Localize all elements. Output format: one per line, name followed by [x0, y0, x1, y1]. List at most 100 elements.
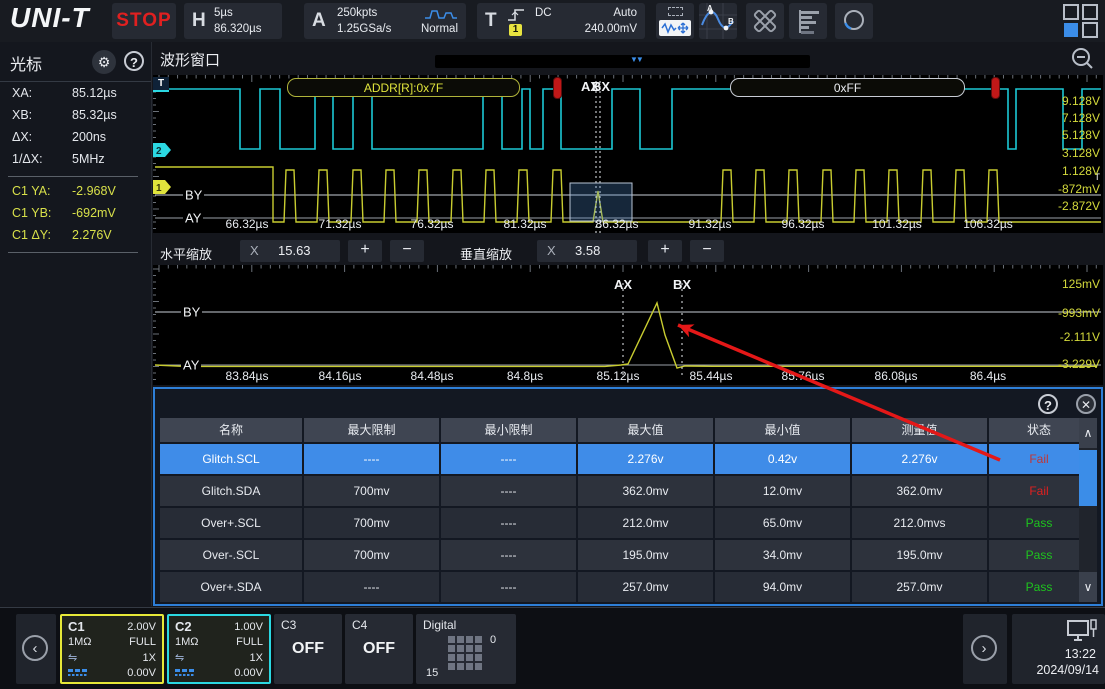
cursor-settings-gear-icon[interactable]: ⚙	[92, 50, 116, 74]
vzoom-value: 3.58	[575, 243, 600, 258]
cursor-ay-label: AY	[181, 358, 201, 373]
cursor-sidebar: 光标 ⚙ ? XA:85.12µsXB:85.32µsΔX:200ns1/ΔX:…	[0, 42, 152, 606]
acquire-label: A	[312, 10, 326, 32]
table-cell: ----	[441, 508, 576, 538]
trigger-settings-button[interactable]: T 1 DC Auto 240.00mV	[477, 3, 645, 39]
scrollbar-thumb[interactable]	[1079, 450, 1097, 506]
table-cell: Over+.SDA	[160, 572, 302, 602]
system-clock-button[interactable]: 13:22 2024/09/14	[1012, 614, 1105, 684]
channels-scroll-left-button[interactable]: ‹	[16, 614, 56, 684]
monitor-usb-icon	[1067, 619, 1097, 645]
table-row[interactable]: Over+.SCL700mv----212.0mv65.0mv212.0mvsP…	[160, 508, 1089, 538]
scroll-down-icon[interactable]: ∨	[1079, 572, 1097, 602]
table-cell: 257.0mv	[578, 572, 713, 602]
channel-c2-button[interactable]: C21.00V 1MΩFULL ⇋1X 0.00V	[167, 614, 271, 684]
results-list-button[interactable]	[789, 3, 827, 39]
x-axis-tick-label: 84.8µs	[507, 369, 543, 383]
cursor-ay-label: AY	[183, 211, 203, 226]
svg-text:A: A	[707, 4, 713, 13]
cursor-readout-row: XB:85.32µs	[0, 108, 152, 128]
waveform-move-icon	[659, 20, 691, 36]
hzoom-label: 水平缩放	[160, 244, 212, 263]
channel-status-bar: ‹ C12.00V 1MΩFULL ⇋1X 0.00V C21.00V 1MΩF…	[0, 607, 1105, 689]
table-row[interactable]: Over-.SCL700mv----195.0mv34.0mv195.0mvPa…	[160, 540, 1089, 570]
channel-c3-button[interactable]: C3 OFF	[274, 614, 342, 684]
c1-name: C1	[68, 619, 85, 634]
table-row[interactable]: Glitch.SDA700mv----362.0mv12.0mv362.0mvF…	[160, 476, 1089, 506]
status-cell: Fail	[989, 476, 1089, 506]
table-cell: 212.0mv	[578, 508, 713, 538]
x-axis-tick-label: 84.48µs	[411, 369, 454, 383]
channel-c1-button[interactable]: C12.00V 1MΩFULL ⇋1X 0.00V	[60, 614, 164, 684]
channels-scroll-right-button[interactable]: ›	[963, 614, 1007, 684]
decode-error-marker	[991, 77, 1000, 99]
zoom-region-box[interactable]	[570, 183, 632, 221]
timeline-position-bar[interactable]: ▼▼	[435, 55, 810, 68]
channel-c4-button[interactable]: C4 OFF	[345, 614, 413, 684]
bars-list-icon	[789, 3, 827, 39]
run-stop-indicator[interactable]: STOP	[112, 3, 176, 39]
y-axis-scale-label: -2.872V	[1058, 199, 1100, 213]
window-layout-button[interactable]	[1063, 4, 1099, 43]
trigger-source-badge: 1	[509, 24, 522, 36]
zoom-out-icon[interactable]	[1070, 46, 1096, 72]
y-axis-scale-label: -3.229V	[1058, 357, 1100, 371]
math-tools-button[interactable]	[746, 3, 784, 39]
table-cell: 700mv	[304, 540, 439, 570]
decode-error-marker	[553, 77, 562, 99]
divider	[8, 176, 138, 177]
decode-bubble-data: 0xFF	[730, 78, 965, 97]
waveform-select-tool-button[interactable]	[656, 3, 694, 39]
chevron-right-icon: ›	[971, 635, 997, 661]
table-scrollbar[interactable]: ∧ ∨	[1079, 418, 1097, 602]
acquire-settings-button[interactable]: A 250kpts 1.25GSa/s Normal	[304, 3, 466, 39]
table-cell: 212.0mvs	[852, 508, 987, 538]
table-cell: ----	[304, 572, 439, 602]
cursor-by-label: BY	[181, 305, 202, 320]
trigger-position-marker[interactable]: T	[153, 77, 169, 92]
ab-curve-icon: A B	[699, 3, 737, 39]
digital-first-index: 0	[490, 634, 496, 646]
table-row[interactable]: Glitch.SCL--------2.276v0.42v2.276vFail	[160, 444, 1089, 474]
panel-close-icon[interactable]: ✕	[1076, 394, 1096, 414]
table-cell: 195.0mv	[852, 540, 987, 570]
cursor-measure-tool-button[interactable]: A B	[699, 3, 737, 39]
x-axis-tick-label: 83.84µs	[226, 369, 269, 383]
table-cell: Glitch.SCL	[160, 444, 302, 474]
cursor-readout-row: C1 YB:-692mV	[0, 206, 152, 226]
table-cell: ----	[441, 540, 576, 570]
c1-bandwidth: FULL	[129, 636, 156, 648]
y-axis-scale-label: -993mV	[1058, 306, 1100, 320]
table-row[interactable]: Over+.SDA--------257.0mv94.0mv257.0mvPas…	[160, 572, 1089, 602]
cursor-readout-row: ΔX:200ns	[0, 130, 152, 150]
scroll-up-icon[interactable]: ∧	[1079, 418, 1097, 448]
x-axis-tick-label: 84.16µs	[319, 369, 362, 383]
window-grid-icon	[1063, 4, 1099, 38]
status-cell: Pass	[989, 572, 1089, 602]
top-toolbar: UNI-T STOP H 5µs 86.320µs A 250kpts 1.25…	[0, 0, 1105, 42]
hzoom-minus-button[interactable]: −	[390, 240, 424, 262]
hzoom-value-box[interactable]: X 15.63	[240, 240, 340, 262]
horizontal-label: H	[192, 10, 206, 32]
vzoom-value-box[interactable]: X 3.58	[537, 240, 637, 262]
horizontal-settings-button[interactable]: H 5µs 86.320µs	[184, 3, 282, 39]
panel-help-icon[interactable]: ?	[1038, 394, 1058, 414]
table-cell: Over+.SCL	[160, 508, 302, 538]
vzoom-plus-button[interactable]: +	[648, 240, 682, 262]
search-loop-button[interactable]	[835, 3, 873, 39]
digital-channels-button[interactable]: Digital 0 15	[416, 614, 516, 684]
c2-scale: 1.00V	[234, 621, 263, 633]
hzoom-prefix: X	[250, 243, 259, 258]
x-axis-tick-label: 86.32µs	[596, 217, 639, 231]
table-cell: 0.42v	[715, 444, 850, 474]
hzoom-plus-button[interactable]: +	[348, 240, 382, 262]
vzoom-minus-button[interactable]: −	[690, 240, 724, 262]
main-waveform-plot[interactable]: 21 T ADDR[R]:0x7F 0xFF AX BX BY AY T 66.…	[153, 75, 1103, 233]
table-cell: Glitch.SDA	[160, 476, 302, 506]
cursor-help-icon[interactable]: ?	[124, 51, 144, 71]
y-axis-scale-label: 125mV	[1062, 277, 1100, 291]
timeline-marker-icon[interactable]: ▼▼	[630, 55, 642, 64]
zoom-waveform-plot[interactable]: AX BX BY AY 83.84µs84.16µs84.48µs84.8µs8…	[153, 265, 1103, 385]
c1-offset: 0.00V	[127, 667, 156, 679]
cursor-sidebar-header: 光标 ⚙ ?	[0, 42, 151, 82]
